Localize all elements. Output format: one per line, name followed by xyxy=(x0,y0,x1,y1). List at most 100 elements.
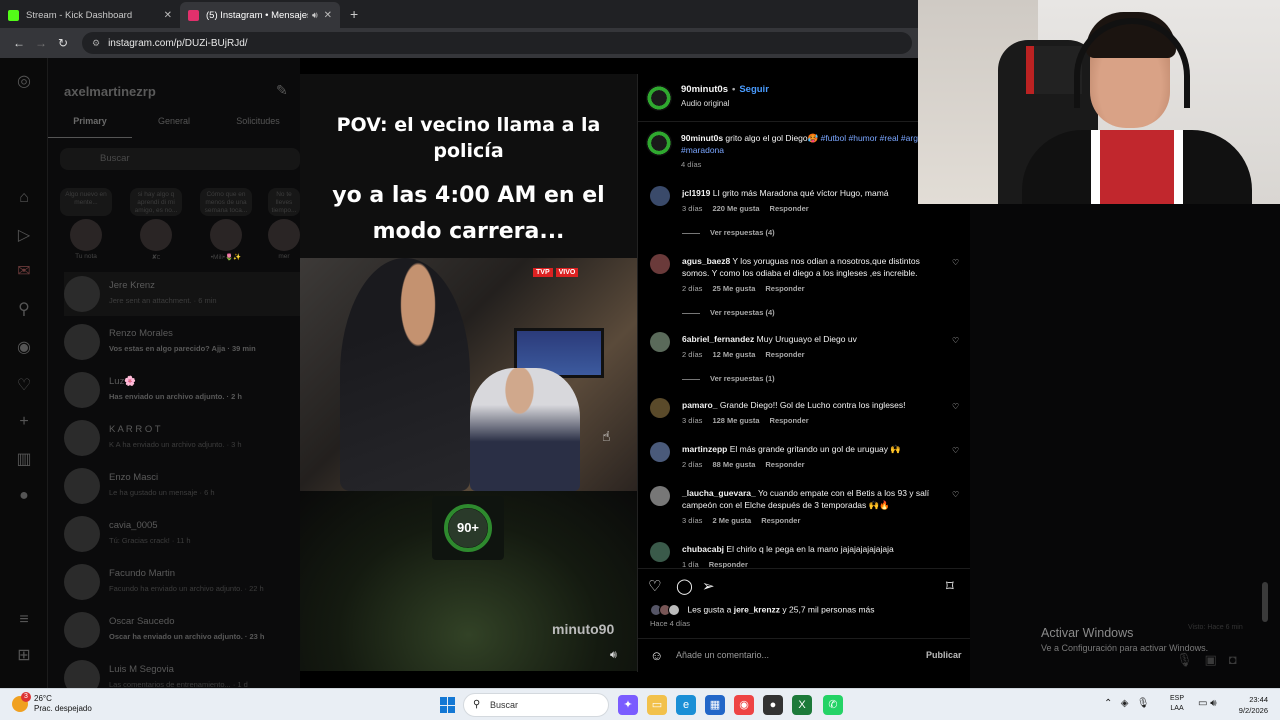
search-icon[interactable]: ⚲ xyxy=(14,300,34,320)
dm-search-input[interactable]: Buscar xyxy=(60,148,300,170)
note-item[interactable]: Cómo que en menos de una semana toca... … xyxy=(200,188,252,261)
dashboard-icon[interactable]: ▥ xyxy=(14,450,34,470)
like-comment-heart-icon[interactable]: ♡ xyxy=(952,490,959,499)
image-icon[interactable]: ▣ xyxy=(1205,652,1229,667)
forward-icon[interactable]: → xyxy=(30,36,52,50)
whatsapp-icon[interactable]: ✆ xyxy=(823,695,843,715)
mute-icon[interactable]: 🔊︎ xyxy=(610,649,617,662)
like-comment-heart-icon[interactable]: ♡ xyxy=(952,402,959,411)
tab-general[interactable]: General xyxy=(132,114,216,138)
start-button[interactable] xyxy=(440,697,456,713)
tray-icons[interactable]: ▭ 🔊︎ xyxy=(1198,698,1217,709)
like-comment-heart-icon[interactable]: ♡ xyxy=(952,336,959,345)
new-message-icon[interactable]: ✎ xyxy=(276,82,288,99)
comment-icon[interactable]: ◯ xyxy=(676,577,693,595)
avatar[interactable] xyxy=(650,442,670,462)
tab-instagram[interactable]: (5) Instagram • Mensajes 🔊︎ ✕ xyxy=(180,2,340,28)
reply-button[interactable]: Responder xyxy=(765,350,804,359)
messages-icon[interactable]: ✉ xyxy=(14,262,34,282)
tab-requests[interactable]: Solicitudes xyxy=(216,114,300,138)
publish-button[interactable]: Publicar xyxy=(926,650,962,660)
clock[interactable]: 23:44 9/2/2026 xyxy=(1228,694,1268,716)
microphone-icon[interactable]: 🎙︎ xyxy=(1176,652,1205,667)
comment-likes[interactable]: 220 Me gusta xyxy=(712,204,759,213)
back-icon[interactable]: ← xyxy=(8,36,30,50)
likes-summary[interactable]: Les gusta a jere_krenzz y 25,7 mil perso… xyxy=(650,604,970,616)
url-field[interactable]: ⚙ instagram.com/p/DUZi-BUjRJd/ xyxy=(82,32,912,54)
comment-likes[interactable]: 25 Me gusta xyxy=(712,284,755,293)
site-info-icon[interactable]: ⚙ xyxy=(92,38,100,49)
comment-likes[interactable]: 12 Me gusta xyxy=(712,350,755,359)
comment-likes[interactable]: 2 Me gusta xyxy=(712,516,751,525)
store-icon[interactable]: ▦ xyxy=(705,695,725,715)
view-replies[interactable]: Ver respuestas (4) xyxy=(682,228,775,237)
menu-icon[interactable]: ≡ xyxy=(14,610,34,630)
tab-kick-dashboard[interactable]: Stream - Kick Dashboard ✕ xyxy=(0,2,180,28)
conversation-item[interactable]: cavia_0005 Tú: Gracias crack! · 11 h xyxy=(64,512,300,556)
note-item[interactable]: si hay algo q aprendí di mi amigo, es no… xyxy=(130,188,182,262)
conversation-item[interactable]: K A R R O T K A ha enviado un archivo adj… xyxy=(64,416,300,460)
view-replies[interactable]: Ver respuestas (4) xyxy=(682,308,775,317)
comment-likes[interactable]: 128 Me gusta xyxy=(712,416,759,425)
like-comment-heart-icon[interactable]: ♡ xyxy=(952,446,959,455)
conversation-item[interactable]: Jere Krenz Jere sent an attachment. · 6 m… xyxy=(64,272,300,316)
reply-button[interactable]: Responder xyxy=(770,204,809,213)
tab-primary[interactable]: Primary xyxy=(48,114,132,138)
reload-icon[interactable]: ↻ xyxy=(52,36,74,50)
sticker-icon[interactable]: ◘ xyxy=(1229,652,1249,667)
avatar[interactable] xyxy=(650,542,670,562)
weather-widget[interactable]: 3 26°C Prac. despejado xyxy=(12,692,92,714)
chrome-icon[interactable]: ◉ xyxy=(734,695,754,715)
reply-button[interactable]: Responder xyxy=(709,560,748,568)
reply-button[interactable]: Responder xyxy=(770,416,809,425)
speaker-icon[interactable]: 🔊︎ xyxy=(312,10,318,21)
view-replies[interactable]: Ver respuestas (1) xyxy=(682,374,775,383)
taskbar-search[interactable]: ⚲ Buscar xyxy=(463,693,609,717)
conversation-item[interactable]: Renzo Morales Vos estas en algo parecido?… xyxy=(64,320,300,364)
note-item[interactable]: Algo nuevo en mente... Tu nota xyxy=(60,188,112,260)
excel-icon[interactable]: X xyxy=(792,695,812,715)
conversation-preview: Las comentarios de entrenamiento... · 1 … xyxy=(109,680,248,688)
reply-button[interactable]: Responder xyxy=(761,516,800,525)
system-tray[interactable]: ⌃ ◈ 🎙︎ xyxy=(1104,698,1149,709)
conversation-item[interactable]: Luis M Segovia Las comentarios de entrena… xyxy=(64,656,300,688)
like-heart-icon[interactable]: ♡ xyxy=(648,577,661,595)
reels-icon[interactable]: ▷ xyxy=(14,226,34,246)
avatar[interactable] xyxy=(650,398,670,418)
file-explorer-icon[interactable]: ▭ xyxy=(647,695,667,715)
like-comment-heart-icon[interactable]: ♡ xyxy=(952,258,959,267)
conversation-item[interactable]: Enzo Masci Le ha gustado un mensaje · 6 h xyxy=(64,464,300,508)
close-tab-icon[interactable]: ✕ xyxy=(164,10,172,21)
conversation-item[interactable]: Oscar Saucedo Oscar ha enviado un archivo… xyxy=(64,608,300,652)
new-tab-button[interactable]: + xyxy=(350,6,358,22)
avatar[interactable] xyxy=(650,186,670,206)
reply-button[interactable]: Responder xyxy=(765,460,804,469)
avatar[interactable] xyxy=(650,254,670,274)
reel-video[interactable]: POV: el vecino llama a la policía yo a l… xyxy=(300,74,637,671)
emoji-icon[interactable]: ☺ xyxy=(650,648,663,663)
obs-icon[interactable]: ● xyxy=(763,695,783,715)
avatar[interactable] xyxy=(650,332,670,352)
copilot-icon[interactable]: ✦ xyxy=(618,695,638,715)
instagram-logo-icon[interactable]: ◎ xyxy=(14,72,34,92)
comment-likes[interactable]: 88 Me gusta xyxy=(712,460,755,469)
edge-icon[interactable]: e xyxy=(676,695,696,715)
conversation-item[interactable]: Luz🌸 Has enviado un archivo adjunto. · 2 … xyxy=(64,368,300,412)
more-icon[interactable]: ⊞ xyxy=(14,646,34,666)
language-indicator[interactable]: ESP LAA xyxy=(1170,694,1184,714)
conversation-item[interactable]: Facundo Martin Facundo ha enviado un arch… xyxy=(64,560,300,604)
note-item[interactable]: No te lleves tiempo... mer xyxy=(268,188,300,260)
bookmark-icon[interactable]: ⌑ xyxy=(946,577,954,595)
close-tab-icon[interactable]: ✕ xyxy=(324,10,332,21)
home-icon[interactable]: ⌂ xyxy=(14,188,34,208)
dm-username[interactable]: axelmartinezrp xyxy=(64,84,156,99)
scrollbar[interactable] xyxy=(1262,582,1268,622)
share-icon[interactable]: ➢ xyxy=(702,577,715,595)
reply-button[interactable]: Responder xyxy=(765,284,804,293)
profile-icon[interactable]: ● xyxy=(14,486,34,506)
comment-input[interactable]: Añade un comentario... xyxy=(676,650,769,660)
notifications-heart-icon[interactable]: ♡ xyxy=(14,376,34,396)
create-icon[interactable]: + xyxy=(14,412,34,432)
explore-icon[interactable]: ◉ xyxy=(14,338,34,358)
avatar[interactable] xyxy=(650,486,670,506)
